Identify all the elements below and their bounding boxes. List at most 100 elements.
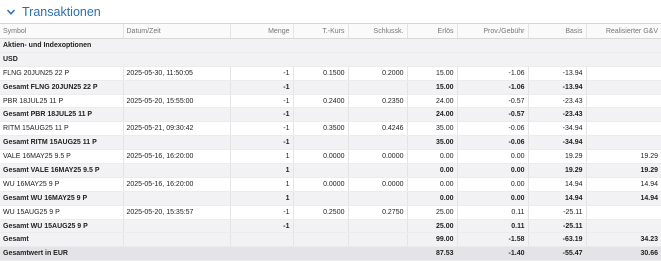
cell-datetime: 2025-05-20, 15:55:00 (123, 94, 231, 109)
trade-row[interactable]: VALE 16MAY25 9.5 P 2025-05-16, 16:20:00 1 0… (0, 149, 661, 165)
cell-quantity: -1 (230, 66, 294, 81)
cell-symbol: Gesamt FLNG 20JUN25 22 P (0, 80, 124, 95)
cell-proceeds: 24.00 (407, 107, 458, 123)
cell-proceeds: 25.00 (407, 219, 458, 234)
cell-proceeds: 25.00 (407, 205, 458, 220)
cell-symbol: Gesamt VALE 16MAY25 9.5 P (0, 163, 124, 178)
cell-quantity: 1 (230, 163, 294, 178)
cell-proceeds: 35.00 (407, 121, 458, 137)
cell-symbol: PBR 18JUL25 11 P (0, 94, 124, 109)
subtotal-row: Gesamt VALE 16MAY25 9.5 P 1 0.00 0.00 19.29 1… (0, 163, 661, 178)
chevron-down-icon[interactable] (6, 7, 16, 17)
cell-datetime (123, 107, 231, 123)
column-header-basis[interactable]: Basis (528, 24, 587, 39)
cell-quantity: 1 (230, 149, 294, 165)
cell-basis: -55.47 (528, 246, 587, 261)
column-header-proceeds[interactable]: Erlös (407, 24, 458, 39)
trade-row[interactable]: WU 15AUG25 9 P 2025-05-20, 15:35:57 -1 0.25… (0, 205, 661, 220)
cell-realized-pnl: 14.94 (586, 177, 661, 192)
column-header-commission[interactable]: Prov./Gebühr (457, 24, 529, 39)
cell-datetime: 2025-05-21, 09:30:42 (123, 121, 231, 137)
cell-basis: -23.43 (528, 107, 587, 123)
column-header-trade-price[interactable]: T.-Kurs (293, 24, 349, 39)
cell-realized-pnl: 30.66 (586, 246, 661, 261)
cell-close-price (348, 191, 408, 206)
cell-close-price (348, 80, 408, 95)
cell-quantity: -1 (230, 80, 294, 95)
cell-proceeds: 0.00 (407, 149, 458, 165)
cell-basis: -25.11 (528, 219, 587, 234)
cell-trade-price (293, 80, 349, 95)
trade-row[interactable]: WU 16MAY25 9 P 2025-05-16, 16:20:00 1 0.000… (0, 177, 661, 192)
cell-close-price: 0.0000 (348, 177, 408, 192)
column-header-close-price[interactable]: Schlussk. (348, 24, 408, 39)
subtotal-row: Gesamt WU 15AUG25 9 P -1 25.00 0.11 -25.11 (0, 219, 661, 234)
cell-datetime: 2025-05-16, 16:20:00 (123, 177, 231, 192)
cell-close-price (348, 107, 408, 123)
column-header-realized-pnl[interactable]: Realisierter G&V (586, 24, 661, 39)
cell-proceeds: 15.00 (407, 66, 458, 81)
cell-realized-pnl: 19.29 (586, 149, 661, 165)
cell-datetime (123, 191, 231, 206)
column-header-datetime[interactable]: Datum/Zeit (123, 24, 231, 39)
cell-quantity (230, 246, 294, 261)
cell-datetime (123, 246, 231, 261)
cell-basis: -13.94 (528, 66, 587, 81)
cell-datetime: 2025-05-30, 11:50:05 (123, 66, 231, 81)
cell-trade-price: 0.0000 (293, 177, 349, 192)
cell-realized-pnl: 19.29 (586, 163, 661, 178)
eur-total-row: Gesamtwert in EUR 87.53 -1.40 -55.47 30.66 (0, 246, 661, 261)
cell-trade-price (293, 135, 349, 151)
cell-trade-price (293, 191, 349, 206)
cell-commission: 0.00 (457, 163, 529, 178)
subtotal-row: Gesamt RITM 15AUG25 11 P -1 35.00 -0.06 -34.… (0, 135, 661, 151)
cell-commission: -1.06 (457, 80, 529, 95)
panel-header[interactable]: Transaktionen (0, 0, 661, 24)
cell-commission: 0.00 (457, 191, 529, 206)
cell-datetime (123, 163, 231, 178)
cell-close-price: 0.0000 (348, 149, 408, 165)
cell-close-price: 0.2000 (348, 66, 408, 81)
category-label: Aktien- und Indexoptionen (0, 38, 661, 53)
cell-quantity: -1 (230, 121, 294, 137)
trade-row[interactable]: FLNG 20JUN25 22 P 2025-05-30, 11:50:05 -1 0… (0, 66, 661, 81)
cell-trade-price (293, 107, 349, 123)
cell-close-price (348, 219, 408, 234)
cell-commission: -1.06 (457, 66, 529, 81)
cell-basis: -34.94 (528, 121, 587, 137)
cell-commission: -0.57 (457, 107, 529, 123)
cell-close-price: 0.2350 (348, 94, 408, 109)
cell-realized-pnl: 14.94 (586, 191, 661, 206)
cell-realized-pnl (586, 94, 661, 109)
cell-commission: 0.11 (457, 219, 529, 234)
cell-quantity: 1 (230, 191, 294, 206)
cell-proceeds: 0.00 (407, 163, 458, 178)
column-header-symbol[interactable]: Symbol (0, 24, 124, 39)
currency-label: USD (0, 52, 661, 67)
trade-row[interactable]: RITM 15AUG25 11 P 2025-05-21, 09:30:42 -1 0… (0, 121, 661, 137)
cell-quantity: -1 (230, 219, 294, 234)
cell-trade-price: 0.2400 (293, 94, 349, 109)
cell-realized-pnl (586, 219, 661, 234)
cell-basis: 14.94 (528, 191, 587, 206)
cell-basis: -13.94 (528, 80, 587, 95)
subtotal-row: Gesamt PBR 18JUL25 11 P -1 24.00 -0.57 -23.4… (0, 107, 661, 123)
cell-symbol: Gesamtwert in EUR (0, 246, 124, 261)
column-header-quantity[interactable]: Menge (230, 24, 294, 39)
cell-quantity: -1 (230, 205, 294, 220)
cell-trade-price: 0.2500 (293, 205, 349, 220)
cell-proceeds: 15.00 (407, 80, 458, 95)
cell-quantity: -1 (230, 94, 294, 109)
cell-proceeds: 0.00 (407, 177, 458, 192)
cell-basis: -25.11 (528, 205, 587, 220)
cell-basis: 19.29 (528, 163, 587, 178)
cell-symbol: FLNG 20JUN25 22 P (0, 66, 124, 81)
cell-commission: -0.06 (457, 121, 529, 137)
cell-basis: -23.43 (528, 94, 587, 109)
cell-close-price (348, 163, 408, 178)
cell-commission: 0.00 (457, 177, 529, 192)
cell-symbol: Gesamt RITM 15AUG25 11 P (0, 135, 124, 151)
trade-row[interactable]: PBR 18JUL25 11 P 2025-05-20, 15:55:00 -1 0.… (0, 94, 661, 109)
cell-realized-pnl (586, 80, 661, 95)
cell-commission: -0.06 (457, 135, 529, 151)
